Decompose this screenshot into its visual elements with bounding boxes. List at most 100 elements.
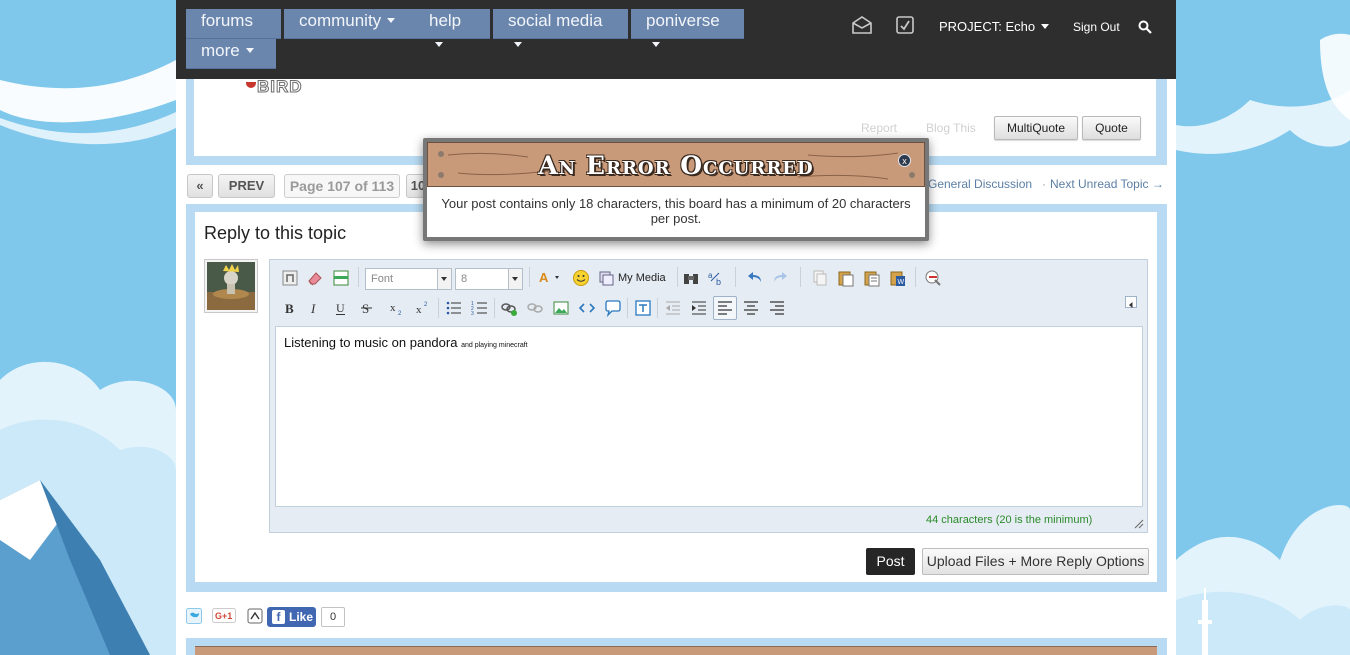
post-content-text: Listening to music on pandora [284,335,458,350]
code-icon[interactable] [578,299,596,317]
media-icon[interactable] [598,269,616,287]
nav-tab-label: poniverse [646,11,720,30]
post-button[interactable]: Post [866,548,915,575]
project-menu[interactable]: PROJECT: Echo [939,19,1050,34]
nav-tab-poniverse[interactable]: poniverse [631,9,744,47]
font-size-select[interactable]: 8 [455,268,523,290]
facebook-like-button[interactable]: f Like [267,607,316,627]
chevron-down-icon[interactable] [508,269,522,289]
svg-text:x: x [390,302,396,314]
close-icon[interactable]: x [898,154,911,167]
sign-out-link[interactable]: Sign Out [1073,20,1120,34]
share-icon[interactable] [247,608,263,624]
spellcheck-icon[interactable] [924,269,942,287]
error-message: Your post contains only 18 characters, t… [427,187,925,237]
envelope-icon[interactable] [852,16,872,34]
indent-icon[interactable] [690,299,708,317]
prev-page-button[interactable]: PREV [218,174,275,198]
spreadsheet-icon[interactable] [332,269,350,287]
align-right-icon[interactable] [768,299,786,317]
svg-text:3: 3 [471,311,474,317]
next-section-header [195,646,1157,655]
collapse-toolbar-button[interactable] [1125,296,1137,308]
emoticon-icon[interactable] [572,269,590,287]
align-center-icon[interactable] [742,299,760,317]
replace-icon[interactable]: ab [707,269,725,287]
toolbar-separator [627,298,628,318]
top-navigation-bar: forums community help social media poniv… [176,0,1176,79]
resize-handle-icon[interactable] [1134,519,1144,529]
spoiler-icon[interactable] [634,299,652,317]
next-unread-topic-link[interactable]: Next Unread Topic → [1050,177,1164,191]
paste-text-icon[interactable] [863,269,881,287]
paste-word-icon[interactable]: W [889,269,907,287]
unlink-icon[interactable] [526,299,544,317]
strikethrough-icon[interactable]: S [358,299,376,317]
nav-tab-help[interactable]: help [414,9,490,47]
quote-bubble-icon[interactable] [604,299,622,317]
italic-icon[interactable]: I [306,299,324,317]
bullet-list-icon[interactable] [445,299,463,317]
redo-icon[interactable] [771,269,789,287]
chevron-down-icon [387,18,396,23]
image-icon[interactable] [552,299,570,317]
post-content-editor[interactable]: Listening to music on pandora and playin… [275,326,1143,507]
underline-icon[interactable]: U [332,299,350,317]
twitter-icon[interactable] [186,608,202,624]
quote-button[interactable]: Quote [1082,116,1141,140]
avatar [204,259,258,313]
my-media-label[interactable]: My Media [618,272,666,284]
chevron-down-icon [514,42,522,47]
toolbar-separator [529,267,530,287]
blog-this-link[interactable]: Blog This [926,121,976,135]
font-select[interactable]: Font [365,268,452,290]
notification-icon[interactable] [895,16,915,34]
outdent-icon[interactable] [664,299,682,317]
toolbar-separator [677,267,678,287]
svg-text:B: B [285,301,294,316]
nav-tab-more[interactable]: more [186,39,276,69]
nav-tab-social-media[interactable]: social media [493,9,628,47]
toolbar-separator [438,298,439,318]
paste-icon[interactable] [837,269,855,287]
svg-text:a: a [708,271,713,280]
align-left-active[interactable] [713,296,737,320]
nav-tab-forums[interactable]: forums [186,9,281,47]
google-plus-icon[interactable]: G+1 [212,608,236,623]
upload-files-button[interactable]: Upload Files + More Reply Options [922,548,1149,575]
copy-icon[interactable] [811,269,829,287]
chevron-left-icon [1129,302,1133,308]
error-dialog-header: An Error Occurred x [427,142,925,187]
rich-text-editor: Font 8 A My Media ab W B I U S x2 x2 [269,259,1148,533]
eraser-icon[interactable] [306,269,324,287]
first-page-button[interactable]: « [187,174,213,198]
bold-icon[interactable]: B [281,299,299,317]
chevron-down-icon [435,42,443,47]
svg-text:2: 2 [424,302,428,308]
find-icon[interactable] [682,269,700,287]
link-icon[interactable] [500,299,518,317]
text-color-icon[interactable]: A [538,269,562,287]
source-icon[interactable] [281,269,299,287]
toolbar-separator [657,298,658,318]
align-left-icon[interactable] [716,299,734,317]
undo-icon[interactable] [746,269,764,287]
font-select-value: Font [371,273,394,285]
forum-link[interactable]: General Discussion [928,177,1032,191]
toolbar-separator [358,267,359,287]
toolbar-separator [494,298,495,318]
numbered-list-icon[interactable]: 123 [471,299,489,317]
facebook-icon: f [272,610,285,624]
search-icon[interactable] [1138,20,1152,34]
multiquote-button[interactable]: MultiQuote [994,116,1078,140]
editor-toolbar-bottom: B I U S x2 x2 123 [270,293,1147,323]
project-label: PROJECT: Echo [939,19,1036,34]
chevron-down-icon[interactable] [437,269,451,289]
report-link[interactable]: Report [861,121,897,135]
superscript-icon[interactable]: x2 [414,299,432,317]
subscript-icon[interactable]: x2 [388,299,406,317]
svg-text:A: A [539,270,549,285]
toolbar-separator [800,267,801,287]
page-indicator[interactable]: Page 107 of 113 [284,174,400,198]
svg-text:W: W [898,279,905,286]
